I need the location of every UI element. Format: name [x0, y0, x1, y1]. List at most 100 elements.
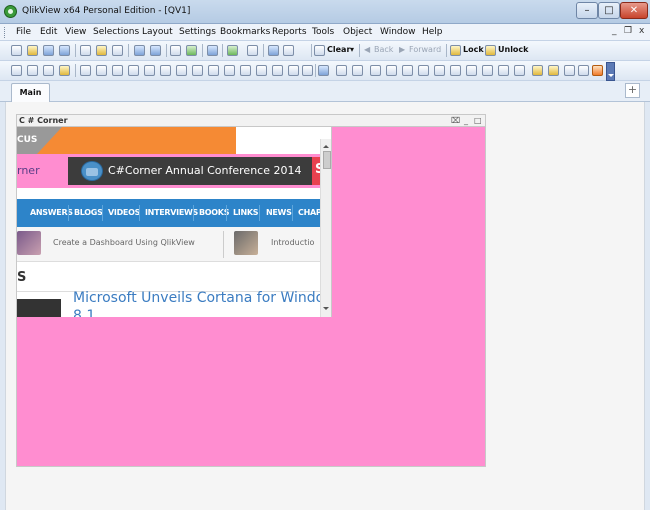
- article-link[interactable]: Introductio: [271, 238, 314, 247]
- menu-layout[interactable]: Layout: [142, 27, 173, 37]
- design-grid-icon[interactable]: [592, 65, 603, 76]
- forward-arrow-icon[interactable]: ▶: [399, 45, 405, 54]
- back-button[interactable]: Back: [374, 45, 393, 54]
- add-sheet-button[interactable]: +: [625, 83, 640, 98]
- menu-window[interactable]: Window: [380, 27, 416, 37]
- clear-dropdown-icon[interactable]: ▾: [350, 45, 354, 54]
- menu-tools[interactable]: Tools: [312, 27, 334, 37]
- scroll-down-arrow-icon[interactable]: [323, 307, 329, 313]
- current-selections-icon[interactable]: [176, 65, 187, 76]
- clear-icon[interactable]: [314, 45, 325, 56]
- qlikview-app-icon[interactable]: [4, 5, 17, 18]
- grid-icon[interactable]: [352, 65, 363, 76]
- edit-pencil-icon[interactable]: [247, 45, 258, 56]
- menu-settings[interactable]: Settings: [179, 27, 216, 37]
- text-object-icon[interactable]: [208, 65, 219, 76]
- object-minimize-button[interactable]: _: [464, 116, 468, 125]
- table-viewer-icon[interactable]: [578, 65, 589, 76]
- search-icon[interactable]: [170, 45, 181, 56]
- button-object-icon[interactable]: [192, 65, 203, 76]
- author-avatar[interactable]: [234, 231, 258, 255]
- vertical-scrollbar[interactable]: [320, 139, 331, 317]
- lock-button[interactable]: Lock: [463, 45, 484, 54]
- scroll-up-arrow-icon[interactable]: [323, 142, 329, 148]
- menu-edit[interactable]: Edit: [40, 27, 57, 37]
- vertical-scroll-thumb[interactable]: [323, 151, 331, 169]
- table-box-icon[interactable]: [112, 65, 123, 76]
- tab-main[interactable]: Main: [11, 83, 50, 103]
- promote-sheet-icon[interactable]: [27, 65, 38, 76]
- input-box-icon[interactable]: [160, 65, 171, 76]
- bookmark-star-icon[interactable]: [227, 45, 238, 56]
- document-check-icon[interactable]: [186, 45, 197, 56]
- edit-module-icon[interactable]: [564, 65, 575, 76]
- align-right-icon[interactable]: [402, 65, 413, 76]
- web-page-object[interactable]: C # Corner ⌧ _ □ CUS rner C#Corner Annua…: [16, 114, 486, 467]
- object-caption[interactable]: C # Corner ⌧ _ □: [17, 115, 485, 127]
- save-icon[interactable]: [59, 45, 70, 56]
- news-headline-continued[interactable]: 8.1: [73, 308, 95, 317]
- author-avatar[interactable]: [17, 231, 41, 255]
- document-minimize-button[interactable]: _: [612, 26, 617, 36]
- forward-button[interactable]: Forward: [409, 45, 441, 54]
- align-bottom-icon[interactable]: [450, 65, 461, 76]
- multibox-icon[interactable]: [128, 65, 139, 76]
- menu-help[interactable]: Help: [422, 27, 443, 37]
- minimize-button[interactable]: –: [576, 2, 598, 19]
- same-size-icon[interactable]: [498, 65, 509, 76]
- script-icon[interactable]: [548, 65, 559, 76]
- lock-icon[interactable]: [450, 45, 461, 56]
- bookmark-object-icon[interactable]: [256, 65, 267, 76]
- chart-icon[interactable]: [207, 45, 218, 56]
- menu-view[interactable]: View: [65, 27, 86, 37]
- align-left-icon[interactable]: [370, 65, 381, 76]
- clear-button[interactable]: Clear: [327, 45, 350, 54]
- container-icon[interactable]: [288, 65, 299, 76]
- menu-selections[interactable]: Selections: [93, 27, 139, 37]
- demote-sheet-icon[interactable]: [43, 65, 54, 76]
- redo-icon[interactable]: [150, 45, 161, 56]
- open-folder-icon[interactable]: [27, 45, 38, 56]
- context-help-icon[interactable]: [283, 45, 294, 56]
- news-thumbnail[interactable]: [17, 299, 61, 317]
- nav-interviews[interactable]: INTERVIEWS: [145, 208, 198, 217]
- chart-wizard-icon[interactable]: [318, 65, 329, 76]
- new-document-icon[interactable]: [11, 45, 22, 56]
- slider-icon[interactable]: [240, 65, 251, 76]
- news-headline[interactable]: Microsoft Unveils Cortana for Windo: [73, 290, 324, 306]
- embedded-browser[interactable]: CUS rner C#Corner Annual Conference 2014…: [17, 127, 332, 317]
- send-to-excel-icon[interactable]: ⌧: [451, 116, 460, 125]
- unlock-icon[interactable]: [485, 45, 496, 56]
- search-object-icon[interactable]: [272, 65, 283, 76]
- article-link[interactable]: Create a Dashboard Using QlikView: [53, 238, 195, 247]
- align-center-icon[interactable]: [386, 65, 397, 76]
- conference-banner[interactable]: C#Corner Annual Conference 2014: [68, 157, 320, 185]
- menu-bookmarks[interactable]: Bookmarks: [220, 27, 270, 37]
- link-objects-icon[interactable]: [514, 65, 525, 76]
- unlock-button[interactable]: Unlock: [498, 45, 529, 54]
- document-restore-button[interactable]: ❐: [624, 26, 632, 36]
- menu-object[interactable]: Object: [343, 27, 372, 37]
- undo-icon[interactable]: [134, 45, 145, 56]
- paste-icon[interactable]: [112, 45, 123, 56]
- nav-news[interactable]: NEWS: [266, 208, 292, 217]
- document-close-button[interactable]: x: [639, 26, 644, 36]
- line-arrow-icon[interactable]: [224, 65, 235, 76]
- toolbar-overflow-icon[interactable]: [606, 62, 615, 81]
- format-painter-icon[interactable]: [336, 65, 347, 76]
- back-arrow-icon[interactable]: ◀: [364, 45, 370, 54]
- maximize-button[interactable]: □: [598, 2, 620, 19]
- custom-object-icon[interactable]: [302, 65, 313, 76]
- nav-videos[interactable]: VIDEOS: [108, 208, 140, 217]
- listbox-icon[interactable]: [80, 65, 91, 76]
- menu-file[interactable]: File: [16, 27, 31, 37]
- properties-icon[interactable]: [532, 65, 543, 76]
- site-logo-text[interactable]: rner: [17, 164, 40, 177]
- edit-script-icon[interactable]: [96, 45, 107, 56]
- close-button[interactable]: ✕: [620, 2, 648, 19]
- reload-icon[interactable]: [43, 45, 54, 56]
- align-top-icon[interactable]: [418, 65, 429, 76]
- print-icon[interactable]: [80, 45, 91, 56]
- menu-reports[interactable]: Reports: [272, 27, 307, 37]
- nav-blogs[interactable]: BLOGS: [74, 208, 103, 217]
